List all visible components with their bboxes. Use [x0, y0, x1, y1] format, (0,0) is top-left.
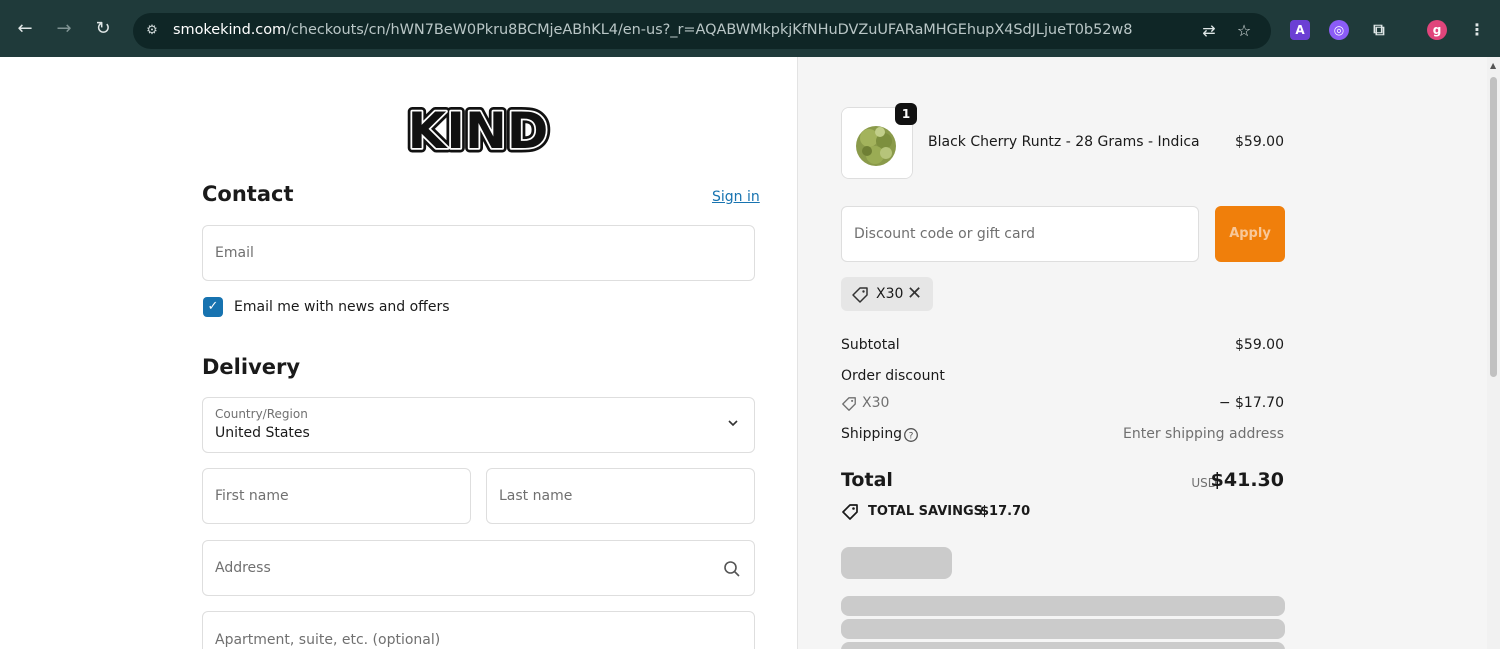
url-text[interactable]: smokekind.com/checkouts/cn/hWN7BeW0Pkru8… [173, 22, 1132, 38]
newsletter-checkbox[interactable]: ✓ [203, 297, 223, 317]
scroll-up-icon[interactable]: ▲ [1490, 61, 1496, 70]
apartment-field[interactable]: Apartment, suite, etc. (optional) [202, 611, 755, 649]
site-info-icon[interactable]: ⚙ [141, 20, 163, 42]
discount-tag-icon [842, 397, 856, 411]
browser-toolbar: ← → ↻ ⚙ smokekind.com/checkouts/cn/hWN7B… [0, 0, 1500, 57]
product-name: Black Cherry Runtz - 28 Grams - Indica [928, 134, 1200, 150]
savings-label: TOTAL SAVINGS [868, 504, 984, 519]
kind-logo: KIND KIND [403, 101, 553, 161]
applied-discount-chip: X30 ✕ [841, 277, 933, 311]
order-summary-pane: 1 Black Cherry Runtz - 28 Grams - Indica… [797, 57, 1487, 649]
order-discount-code: X30 [862, 395, 890, 411]
shipping-value: Enter shipping address [1123, 426, 1284, 442]
loading-skeleton-button [841, 547, 952, 579]
last-name-placeholder: Last name [499, 488, 573, 504]
reload-icon[interactable]: ↻ [91, 17, 115, 41]
apply-discount-button[interactable]: Apply [1215, 206, 1285, 262]
savings-tag-icon [842, 504, 858, 520]
search-icon[interactable] [722, 559, 742, 579]
newsletter-label: Email me with news and offers [234, 299, 450, 315]
last-name-field[interactable]: Last name [486, 468, 755, 524]
country-value: United States [215, 425, 310, 441]
quantity-badge: 1 [895, 103, 917, 125]
profile-avatar[interactable]: g [1427, 20, 1447, 40]
sign-in-link[interactable]: Sign in [712, 189, 760, 205]
loading-skeleton-line [841, 596, 1285, 616]
total-value: $41.30 [1210, 469, 1284, 491]
chevron-down-icon [728, 420, 738, 427]
first-name-field[interactable]: First name [202, 468, 471, 524]
subtotal-label: Subtotal [841, 337, 900, 353]
email-placeholder: Email [215, 245, 254, 261]
back-icon[interactable]: ← [13, 17, 37, 41]
address-placeholder: Address [215, 560, 271, 576]
url-domain: smokekind.com [173, 22, 287, 38]
scrollbar-thumb[interactable] [1490, 77, 1497, 377]
discount-placeholder: Discount code or gift card [854, 226, 1035, 242]
discount-code-input[interactable]: Discount code or gift card [841, 206, 1199, 262]
apartment-placeholder: Apartment, suite, etc. (optional) [215, 632, 441, 648]
forward-icon[interactable]: → [52, 17, 76, 41]
first-name-placeholder: First name [215, 488, 289, 504]
loading-skeleton-line [841, 642, 1285, 649]
checkout-form-pane: KIND KIND Contact Sign in Email ✓ Email … [0, 57, 797, 649]
product-price: $59.00 [1235, 134, 1284, 150]
shipping-label: Shipping [841, 426, 903, 442]
loading-skeleton-line [841, 619, 1285, 639]
address-field[interactable]: Address [202, 540, 755, 596]
order-discount-value: − $17.70 [1218, 395, 1284, 411]
translate-icon[interactable]: ⇄ [1199, 21, 1219, 41]
logo-text: KIND [408, 102, 549, 160]
applied-discount-code: X30 [876, 286, 904, 302]
delivery-heading: Delivery [202, 355, 301, 379]
remove-discount-icon[interactable]: ✕ [907, 283, 922, 304]
savings-value: $17.70 [980, 504, 1031, 519]
extension-a-icon[interactable]: A [1290, 20, 1310, 40]
country-select[interactable]: Country/Region United States [202, 397, 755, 453]
bookmark-star-icon[interactable]: ☆ [1234, 21, 1254, 41]
contact-heading: Contact [202, 182, 294, 206]
extensions-puzzle-icon[interactable]: ⧉ [1369, 20, 1389, 40]
url-path: /checkouts/cn/hWN7BeW0Pkru8BCMjeABhKL4/e… [286, 22, 1133, 38]
total-label: Total [841, 469, 893, 491]
page-scrollbar[interactable]: ▲ [1487, 57, 1500, 649]
menu-kebab-icon[interactable]: ⋮ [1467, 20, 1487, 40]
help-circle-icon[interactable]: ? [903, 427, 919, 443]
country-label: Country/Region [215, 407, 308, 421]
subtotal-value: $59.00 [1235, 337, 1284, 353]
svg-text:?: ? [909, 432, 914, 442]
extension-purple-icon[interactable]: ◎ [1329, 20, 1349, 40]
address-bar[interactable]: ⚙ smokekind.com/checkouts/cn/hWN7BeW0Pkr… [133, 13, 1271, 49]
order-discount-label: Order discount [841, 368, 945, 384]
email-field[interactable]: Email [202, 225, 755, 281]
tag-icon [852, 287, 868, 303]
